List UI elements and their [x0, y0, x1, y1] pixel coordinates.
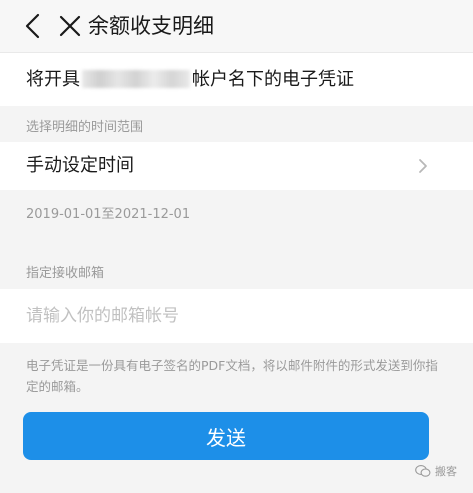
- watermark: 搬客: [415, 463, 457, 479]
- chevron-left-icon[interactable]: [22, 13, 46, 39]
- email-input[interactable]: [26, 301, 426, 331]
- wechat-icon: [415, 465, 431, 477]
- email-section-label: 指定接收邮箱: [26, 266, 105, 281]
- send-button[interactable]: 发送: [23, 412, 429, 460]
- notice-suffix: 帐户名下的电子凭证: [192, 69, 354, 90]
- manual-time-label: 手动设定时间: [26, 155, 134, 176]
- description-text: 电子凭证是一份具有电子签名的PDF文档，将以邮件附件的形式发送到你指定的邮箱。: [26, 358, 438, 394]
- watermark-text: 搬客: [435, 465, 457, 478]
- notice-text: 将开具 帐户名下的电子凭证: [26, 67, 354, 93]
- manual-time-row[interactable]: 手动设定时间: [0, 142, 473, 190]
- redacted-account-name: [82, 70, 190, 88]
- page-title: 余额收支明细: [88, 14, 214, 38]
- notice-prefix: 将开具: [26, 69, 80, 90]
- close-icon[interactable]: [58, 14, 82, 38]
- nav-bar: 余额收支明细: [0, 0, 473, 53]
- date-range-text: 2019-01-01至2021-12-01: [26, 207, 191, 222]
- chevron-right-icon: [419, 159, 427, 173]
- email-row: [0, 289, 473, 343]
- notice-row: 将开具 帐户名下的电子凭证: [0, 53, 473, 106]
- time-section-label: 选择明细的时间范围: [26, 120, 144, 135]
